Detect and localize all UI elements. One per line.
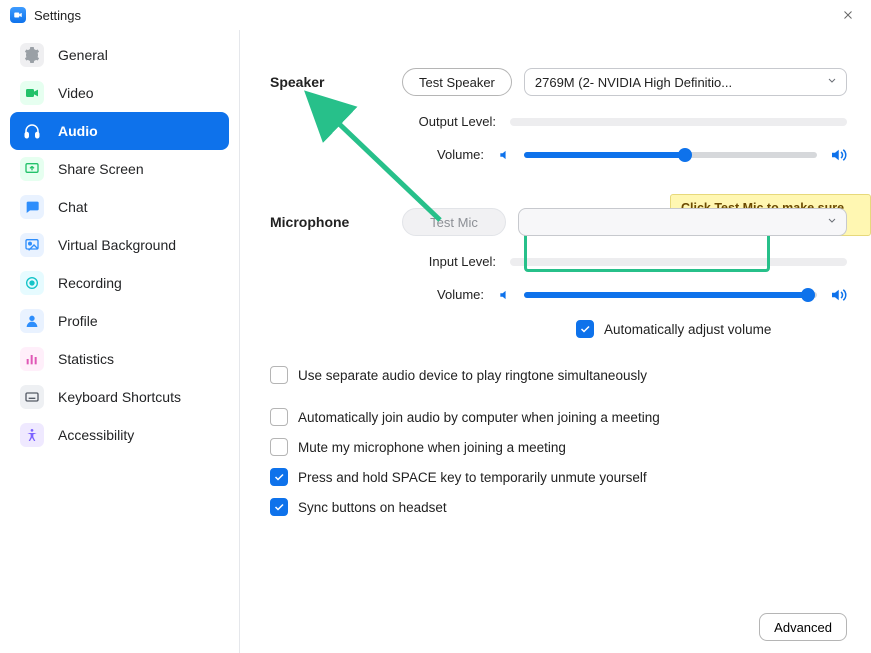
sidebar-item-audio[interactable]: Audio (10, 112, 229, 150)
test-speaker-button[interactable]: Test Speaker (402, 68, 512, 96)
input-level-label: Input Level: (270, 254, 510, 269)
volume-low-icon (498, 148, 512, 162)
sidebar-item-label: Virtual Background (58, 237, 176, 253)
option-separate-device[interactable]: Use separate audio device to play ringto… (270, 366, 847, 384)
sidebar-item-statistics[interactable]: Statistics (10, 340, 229, 378)
sidebar-item-label: Statistics (58, 351, 114, 367)
checkbox[interactable] (270, 468, 288, 486)
sidebar-item-virtual-background[interactable]: Virtual Background (10, 226, 229, 264)
chevron-down-icon (826, 215, 838, 230)
microphone-volume-label: Volume: (270, 287, 498, 302)
share-screen-icon (20, 157, 44, 181)
volume-high-icon (829, 288, 847, 302)
advanced-button[interactable]: Advanced (759, 613, 847, 641)
checkbox[interactable] (270, 438, 288, 456)
audio-settings-panel: Speaker Test Speaker 2769M (2- NVIDIA Hi… (240, 30, 871, 653)
option-auto-join-audio[interactable]: Automatically join audio by computer whe… (270, 408, 847, 426)
sidebar-item-chat[interactable]: Chat (10, 188, 229, 226)
volume-low-icon (498, 288, 512, 302)
option-space-unmute[interactable]: Press and hold SPACE key to temporarily … (270, 468, 847, 486)
option-label: Sync buttons on headset (298, 500, 447, 515)
image-icon (20, 233, 44, 257)
sidebar-item-label: General (58, 47, 108, 63)
speaker-section-label: Speaker (270, 74, 390, 90)
window-close-button[interactable] (835, 2, 861, 28)
settings-sidebar: General Video Audio Share Screen Chat (0, 30, 240, 653)
option-label: Mute my microphone when joining a meetin… (298, 440, 566, 455)
test-mic-button[interactable]: Test Mic (402, 208, 506, 236)
sidebar-item-label: Accessibility (58, 427, 134, 443)
option-mute-on-join[interactable]: Mute my microphone when joining a meetin… (270, 438, 847, 456)
microphone-device-select[interactable] (518, 208, 847, 236)
record-icon (20, 271, 44, 295)
volume-high-icon (829, 148, 847, 162)
sidebar-item-label: Share Screen (58, 161, 144, 177)
checkbox[interactable] (270, 366, 288, 384)
microphone-section-label: Microphone (270, 214, 390, 230)
sidebar-item-label: Video (58, 85, 94, 101)
option-label: Press and hold SPACE key to temporarily … (298, 470, 647, 485)
user-icon (20, 309, 44, 333)
chevron-down-icon (826, 75, 838, 90)
option-sync-headset[interactable]: Sync buttons on headset (270, 498, 847, 516)
speaker-device-value: 2769M (2- NVIDIA High Definitio... (535, 75, 732, 90)
checkbox[interactable] (270, 498, 288, 516)
sidebar-item-label: Audio (58, 123, 98, 139)
titlebar: Settings (0, 0, 871, 30)
sidebar-item-accessibility[interactable]: Accessibility (10, 416, 229, 454)
bars-icon (20, 347, 44, 371)
auto-adjust-volume-checkbox[interactable] (576, 320, 594, 338)
sidebar-item-label: Keyboard Shortcuts (58, 389, 181, 405)
option-label: Automatically join audio by computer whe… (298, 410, 660, 425)
speaker-volume-slider[interactable] (524, 152, 817, 158)
input-level-meter (510, 258, 847, 266)
sidebar-item-video[interactable]: Video (10, 74, 229, 112)
checkbox[interactable] (270, 408, 288, 426)
keyboard-icon (20, 385, 44, 409)
sidebar-item-recording[interactable]: Recording (10, 264, 229, 302)
option-label: Use separate audio device to play ringto… (298, 368, 647, 383)
gear-icon (20, 43, 44, 67)
output-level-meter (510, 118, 847, 126)
chat-icon (20, 195, 44, 219)
sidebar-item-keyboard-shortcuts[interactable]: Keyboard Shortcuts (10, 378, 229, 416)
headphones-icon (20, 119, 44, 143)
video-icon (20, 81, 44, 105)
accessibility-icon (20, 423, 44, 447)
sidebar-item-label: Profile (58, 313, 98, 329)
auto-adjust-volume-label: Automatically adjust volume (604, 322, 771, 337)
sidebar-item-label: Chat (58, 199, 88, 215)
microphone-volume-slider[interactable] (524, 292, 817, 298)
output-level-label: Output Level: (270, 114, 510, 129)
sidebar-item-profile[interactable]: Profile (10, 302, 229, 340)
speaker-device-select[interactable]: 2769M (2- NVIDIA High Definitio... (524, 68, 847, 96)
app-logo-icon (10, 7, 26, 23)
sidebar-item-label: Recording (58, 275, 122, 291)
sidebar-item-general[interactable]: General (10, 36, 229, 74)
window-title: Settings (34, 8, 81, 23)
speaker-volume-label: Volume: (270, 147, 498, 162)
sidebar-item-share-screen[interactable]: Share Screen (10, 150, 229, 188)
